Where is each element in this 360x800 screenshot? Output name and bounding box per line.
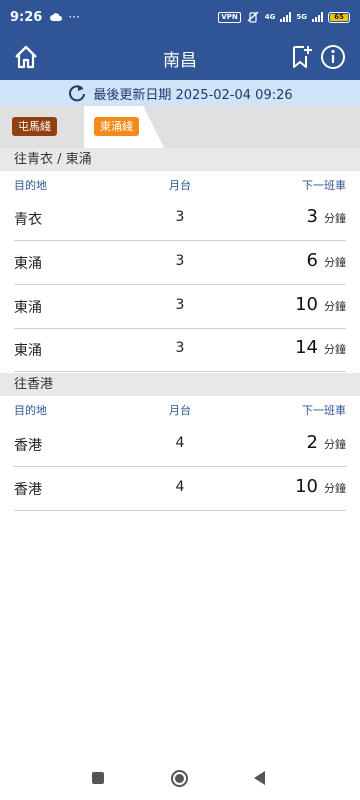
col-destination: 目的地	[14, 404, 47, 417]
col-platform: 月台	[169, 404, 191, 417]
train-row: 東涌 3 6 分鐘	[14, 241, 346, 285]
home-circle-icon[interactable]	[171, 770, 188, 787]
vpn-icon: VPN	[218, 11, 241, 23]
network-type-b: 5G	[296, 13, 307, 21]
tab-tuen-ma-line[interactable]: 屯馬綫	[12, 117, 57, 136]
status-time: 9:26	[10, 9, 43, 25]
info-button[interactable]	[318, 42, 348, 72]
status-icons: VPN 4G 5G 65	[218, 11, 350, 23]
col-next-train: 下一班車	[302, 179, 346, 192]
train-row: 東涌 3 10 分鐘	[14, 285, 346, 329]
minutes: 2	[306, 432, 318, 453]
column-headers: 目的地 月台 下一班車	[0, 172, 360, 194]
minutes: 6	[306, 250, 318, 271]
minutes-unit: 分鐘	[324, 212, 346, 225]
notification-dots: ···	[68, 10, 80, 24]
destination: 東涌	[14, 256, 42, 272]
next-train: 2 分鐘	[307, 432, 346, 453]
destination: 東涌	[14, 300, 42, 316]
refresh-icon[interactable]	[67, 83, 87, 103]
col-platform: 月台	[169, 179, 191, 192]
last-updated-text: 最後更新日期 2025-02-04 09:26	[93, 87, 293, 103]
status-bar: 9:26 ··· VPN 4G 5G 65	[0, 0, 360, 34]
destination: 香港	[14, 482, 42, 498]
column-headers: 目的地 月台 下一班車	[0, 397, 360, 419]
update-bar[interactable]: 最後更新日期 2025-02-04 09:26	[0, 80, 360, 106]
minutes-unit: 分鐘	[324, 438, 346, 451]
add-bookmark-button[interactable]	[287, 42, 317, 72]
next-train: 6 分鐘	[307, 250, 346, 271]
back-icon[interactable]	[254, 771, 265, 785]
next-train: 10 分鐘	[295, 294, 346, 315]
direction-header: 往香港	[0, 373, 360, 396]
destination: 香港	[14, 438, 42, 454]
minutes: 10	[295, 476, 318, 497]
vibrate-off-icon	[247, 11, 259, 23]
battery-icon: 65	[328, 11, 350, 23]
direction-header: 往青衣 / 東涌	[0, 148, 360, 171]
cloud-icon	[50, 13, 63, 21]
destination: 青衣	[14, 212, 42, 228]
minutes-unit: 分鐘	[324, 256, 346, 269]
train-row: 東涌 3 14 分鐘	[14, 328, 346, 372]
train-row: 青衣 3 3 分鐘	[14, 197, 346, 241]
line-tabs: 屯馬綫 東涌綫	[0, 106, 360, 148]
destination: 東涌	[14, 343, 42, 359]
minutes-unit: 分鐘	[324, 343, 346, 356]
minutes-unit: 分鐘	[324, 300, 346, 313]
train-row: 香港 4 10 分鐘	[14, 467, 346, 511]
signal-icon-1	[280, 12, 292, 22]
info-icon	[321, 45, 345, 69]
recents-icon[interactable]	[92, 772, 104, 784]
minutes: 3	[306, 206, 318, 227]
col-destination: 目的地	[14, 179, 47, 192]
next-train: 3 分鐘	[307, 206, 346, 227]
next-train: 10 分鐘	[295, 476, 346, 497]
next-train: 14 分鐘	[295, 337, 346, 358]
minutes: 10	[295, 294, 318, 315]
battery-level: 65	[330, 13, 348, 21]
minutes-unit: 分鐘	[324, 482, 346, 495]
app-header: 南昌	[0, 34, 360, 80]
col-next-train: 下一班車	[302, 404, 346, 417]
bookmark-add-icon	[293, 46, 312, 68]
signal-icon-2	[312, 12, 323, 22]
system-nav-bar	[0, 756, 360, 800]
train-row: 香港 4 2 分鐘	[14, 423, 346, 467]
network-type-a: 4G	[264, 13, 276, 21]
minutes: 14	[295, 337, 318, 358]
tab-tung-chung-line[interactable]: 東涌綫	[94, 117, 139, 136]
